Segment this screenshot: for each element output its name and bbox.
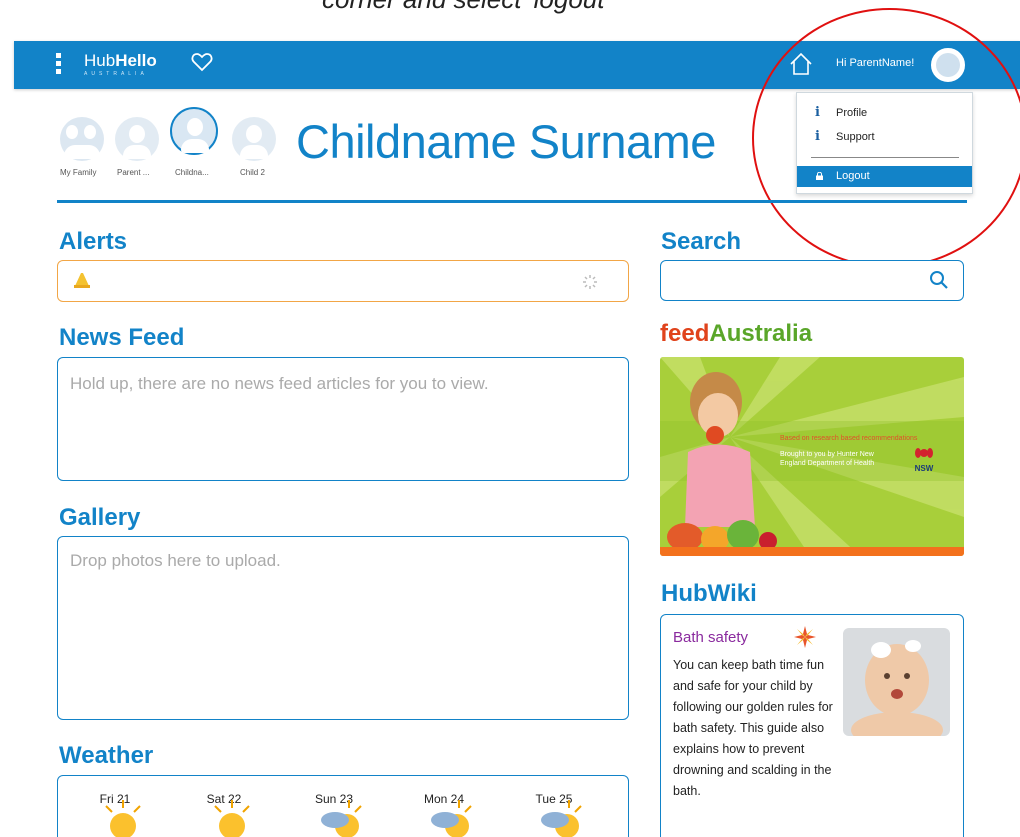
wiki-article-body: You can keep bath time fun and safe for … — [673, 658, 833, 798]
warning-star-icon — [794, 626, 816, 648]
weather-heading: Weather — [59, 742, 154, 769]
nsw-logo: NSW — [912, 445, 936, 473]
wiki-article-title[interactable]: Bath safety — [673, 629, 748, 646]
avatar-label: Childna... — [175, 168, 209, 177]
family-avatar-child-2[interactable]: Child 2 — [232, 117, 276, 177]
header-divider — [57, 200, 967, 203]
search-input[interactable] — [660, 260, 964, 301]
logo-subtitle: AUSTRALIA — [84, 71, 148, 77]
bell-icon — [74, 273, 90, 288]
alerts-panel — [57, 260, 629, 302]
sunny-icon — [214, 800, 250, 837]
menu-dots-icon[interactable] — [56, 53, 64, 77]
family-avatar-my-family[interactable]: My Family — [60, 117, 104, 177]
news-feed-heading: News Feed — [59, 324, 185, 351]
feed-australia-banner[interactable]: Based on research based recommendations … — [660, 357, 964, 556]
avatar-label: My Family — [60, 168, 97, 177]
partly-cloudy-icon — [321, 800, 362, 837]
news-feed-empty-message: Hold up, there are no news feed articles… — [70, 374, 489, 393]
alerts-heading: Alerts — [59, 228, 128, 255]
instruction-caption: corner and select 'logout' — [322, 0, 609, 15]
feed-australia-logo[interactable]: feedAustralia — [660, 320, 812, 348]
feed-logo-part2: Australia — [709, 320, 813, 347]
gallery-heading: Gallery — [59, 504, 141, 531]
selected-child-name: Childname Surname — [296, 115, 716, 168]
heart-icon[interactable] — [190, 50, 214, 74]
logo-bold-text: Hello — [115, 51, 157, 70]
weather-panel: Fri 21 Sat 22 Sun 23 Mon 24 Tue 25 — [57, 775, 629, 837]
highlight-circle — [752, 8, 1020, 268]
hubhello-logo[interactable]: HubHello — [84, 52, 157, 69]
search-icon[interactable] — [929, 270, 949, 290]
sunny-icon — [105, 800, 141, 837]
news-feed-panel: Hold up, there are no news feed articles… — [57, 357, 629, 481]
search-heading: Search — [661, 228, 742, 255]
logo-main-text: Hub — [84, 51, 116, 70]
banner-tagline: Based on research based recommendations — [780, 435, 918, 442]
family-avatar-childname[interactable]: Childna... — [170, 107, 218, 177]
gallery-dropzone[interactable]: Drop photos here to upload. — [57, 536, 629, 720]
gallery-drop-message: Drop photos here to upload. — [70, 551, 281, 570]
app-root: corner and select 'logout' HubHello AUST… — [0, 0, 1020, 837]
nsw-badge: NSW — [914, 464, 934, 473]
avatar-label: Parent ... — [117, 168, 150, 177]
wiki-article-text: You can keep bath time fun and safe for … — [673, 655, 965, 802]
partly-cloudy-icon — [431, 800, 472, 837]
avatar-label: Child 2 — [240, 168, 265, 177]
hubwiki-heading: HubWiki — [661, 580, 757, 607]
family-avatar-parent[interactable]: Parent ... — [115, 117, 159, 177]
loading-spinner-icon — [583, 275, 597, 289]
partly-cloudy-icon — [541, 800, 582, 837]
hubwiki-panel: Bath safety You can keep bath time fun a… — [660, 614, 964, 837]
feed-logo-part1: feed — [660, 320, 710, 347]
banner-credit: Brought to you by Hunter New England Dep… — [780, 451, 875, 467]
